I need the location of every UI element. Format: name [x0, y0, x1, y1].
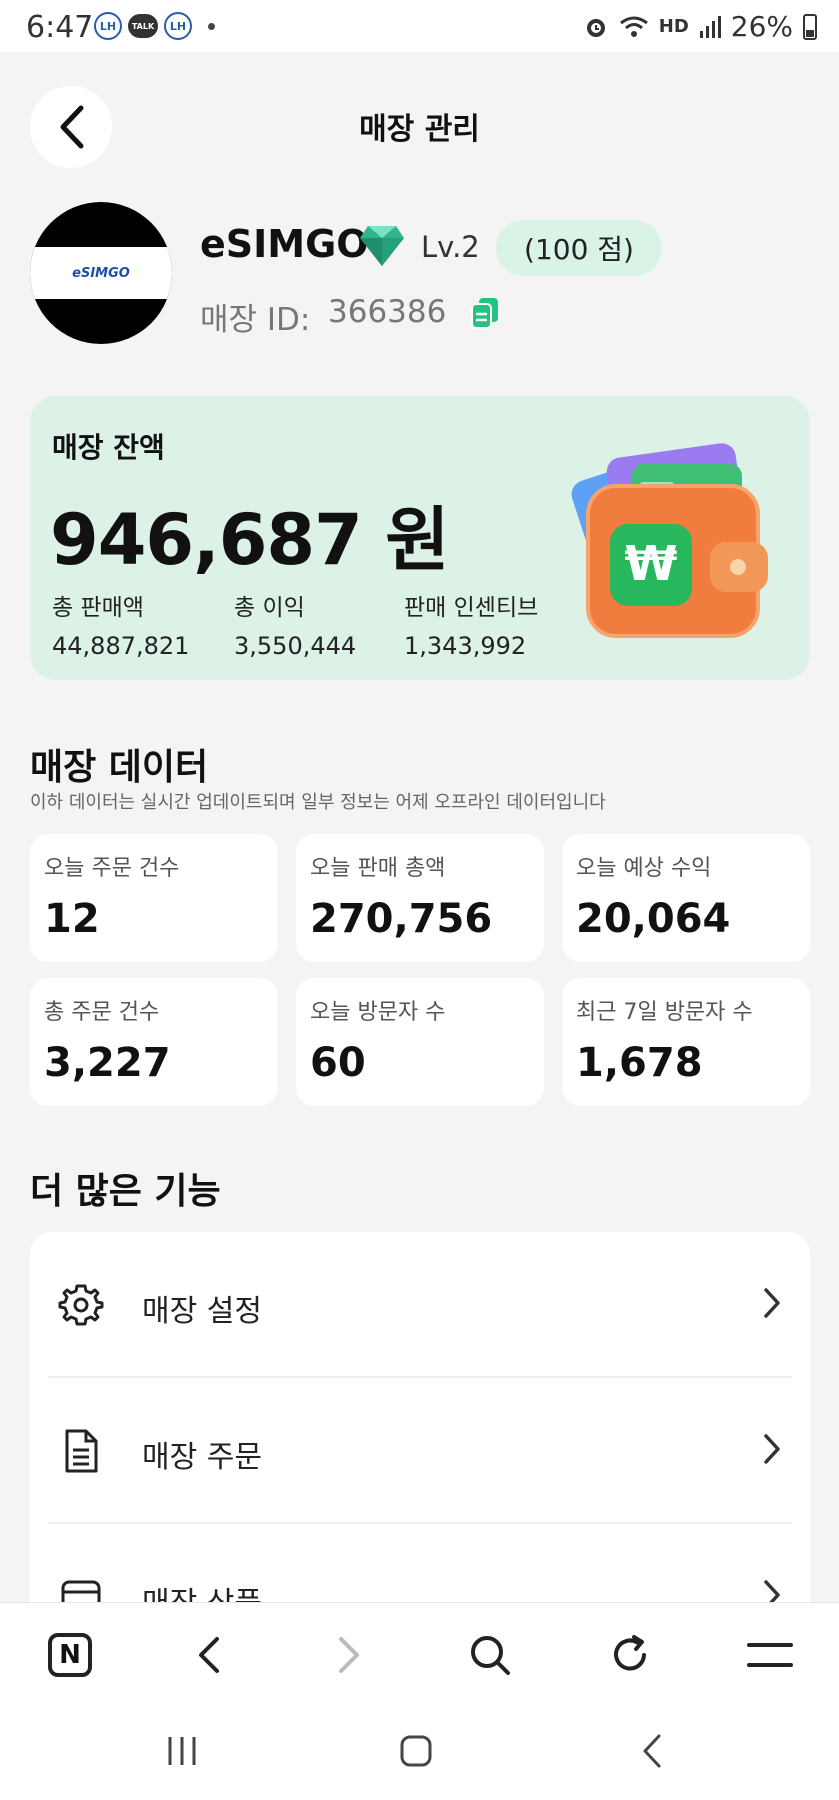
home-button[interactable]	[386, 1726, 446, 1776]
system-navigation-bar	[0, 1702, 839, 1800]
stat-card-today-sales: 오늘 판매 총액 270,756	[296, 834, 544, 962]
stat-value: 12	[44, 896, 100, 942]
alarm-icon	[586, 18, 605, 37]
notification-icons: LH TALK LH	[94, 12, 215, 40]
stat-value: 3,227	[44, 1040, 171, 1086]
document-icon	[65, 1429, 98, 1473]
search-button[interactable]	[462, 1627, 518, 1683]
kakaotalk-icon: TALK	[128, 14, 158, 38]
system-back-icon	[643, 1734, 661, 1768]
home-square-icon	[400, 1735, 432, 1767]
arrow-left-icon	[199, 1637, 219, 1673]
menu-item-store-orders[interactable]: 매장 주문	[30, 1378, 810, 1522]
stat-card-7day-visitors: 최근 7일 방문자 수 1,678	[562, 978, 810, 1106]
wifi-icon	[619, 16, 648, 37]
copy-icon[interactable]	[470, 296, 500, 330]
total-sales-value: 44,887,821	[52, 632, 190, 660]
naver-label: N	[59, 1640, 81, 1670]
recent-apps-button[interactable]	[152, 1726, 212, 1776]
total-sales-stat: 총 판매액 44,887,821	[52, 588, 189, 660]
balance-amount: 946,687 원	[50, 499, 450, 581]
total-profit-stat: 총 이익 3,550,444	[234, 588, 356, 660]
menu-item-store-settings[interactable]: 매장 설정	[30, 1232, 810, 1376]
sales-incentive-stat: 판매 인센티브 1,343,992	[404, 588, 538, 660]
stat-label: 최근 7일 방문자 수	[576, 1000, 753, 1025]
wallet-illustration-icon: ₩	[571, 443, 768, 638]
naver-home-button[interactable]: N	[42, 1627, 98, 1683]
more-features-title: 더 많은 기능	[30, 1171, 221, 1212]
browser-back-button[interactable]	[180, 1627, 236, 1683]
store-data-title: 매장 데이터	[30, 747, 209, 788]
store-id-value: 366386	[328, 294, 447, 330]
stat-card-today-visitors: 오늘 방문자 수 60	[296, 978, 544, 1106]
status-bar: 6:47 LH TALK LH HD 26%	[0, 0, 839, 52]
chevron-right-icon	[764, 1288, 780, 1318]
page-title: 매장 관리	[359, 112, 480, 147]
stat-value: 20,064	[576, 896, 731, 942]
store-name: eSIMGO	[200, 222, 369, 266]
sales-incentive-label: 판매 인센티브	[404, 595, 539, 621]
gear-icon	[58, 1284, 104, 1326]
stat-card-today-expected-profit: 오늘 예상 수익 20,064	[562, 834, 810, 962]
won-symbol: ₩	[625, 536, 678, 592]
diamond-icon	[360, 226, 404, 266]
menu-item-label: 매장 주문	[142, 1440, 262, 1475]
stat-value: 60	[310, 1040, 366, 1086]
menu-item-label: 매장 설정	[142, 1294, 262, 1329]
stat-label: 오늘 판매 총액	[310, 856, 446, 881]
total-profit-value: 3,550,444	[234, 632, 357, 660]
browser-toolbar: N	[0, 1602, 839, 1703]
system-back-button[interactable]	[622, 1726, 682, 1776]
store-level: Lv.2	[421, 230, 480, 264]
store-data-subtitle: 이하 데이터는 실시간 업데이트되며 일부 정보는 어제 오프라인 데이터입니다	[30, 792, 606, 813]
store-id-label: 매장 ID:	[200, 302, 311, 338]
stat-card-today-orders: 오늘 주문 건수 12	[30, 834, 278, 962]
refresh-icon	[614, 1635, 646, 1671]
browser-forward-button[interactable]	[322, 1627, 378, 1683]
chevron-right-icon	[764, 1434, 780, 1464]
logo-text: eSIMGO	[30, 247, 172, 299]
system-icons: HD 26%	[583, 10, 817, 43]
battery-icon	[803, 13, 817, 40]
balance-card: 매장 잔액 946,687 원 총 판매액 44,887,821 총 이익 3,…	[30, 396, 810, 680]
recent-apps-icon	[168, 1737, 196, 1765]
battery-percent: 26%	[730, 10, 793, 43]
stat-label: 총 주문 건수	[44, 1000, 160, 1025]
search-icon	[471, 1636, 510, 1675]
naver-icon: N	[48, 1633, 92, 1677]
stat-value: 270,756	[310, 896, 493, 942]
stat-value: 1,678	[576, 1040, 703, 1086]
stat-label: 오늘 예상 수익	[576, 856, 712, 881]
stat-label: 오늘 방문자 수	[310, 1000, 446, 1025]
store-logo: eSIMGO	[30, 202, 172, 344]
features-menu: 매장 설정 매장 주문 매장 상품	[30, 1232, 810, 1632]
arrow-right-icon	[339, 1637, 359, 1673]
lh-app-icon: LH	[94, 12, 122, 40]
more-notifications-dot-icon	[208, 22, 215, 30]
status-time: 6:47	[26, 10, 94, 45]
total-sales-label: 총 판매액	[52, 595, 144, 621]
points-badge: (100 점)	[496, 220, 662, 276]
refresh-button[interactable]	[602, 1627, 658, 1683]
sales-incentive-value: 1,343,992	[404, 632, 527, 660]
menu-button[interactable]	[742, 1627, 798, 1683]
stat-card-total-orders: 총 주문 건수 3,227	[30, 978, 278, 1106]
hamburger-menu-icon	[747, 1643, 793, 1667]
hd-voice-icon: HD	[658, 16, 689, 37]
stat-label: 오늘 주문 건수	[44, 856, 180, 881]
lh-app-icon-2: LH	[164, 12, 192, 40]
total-profit-label: 총 이익	[234, 595, 305, 621]
signal-icon	[699, 15, 721, 38]
balance-label: 매장 잔액	[52, 431, 165, 464]
